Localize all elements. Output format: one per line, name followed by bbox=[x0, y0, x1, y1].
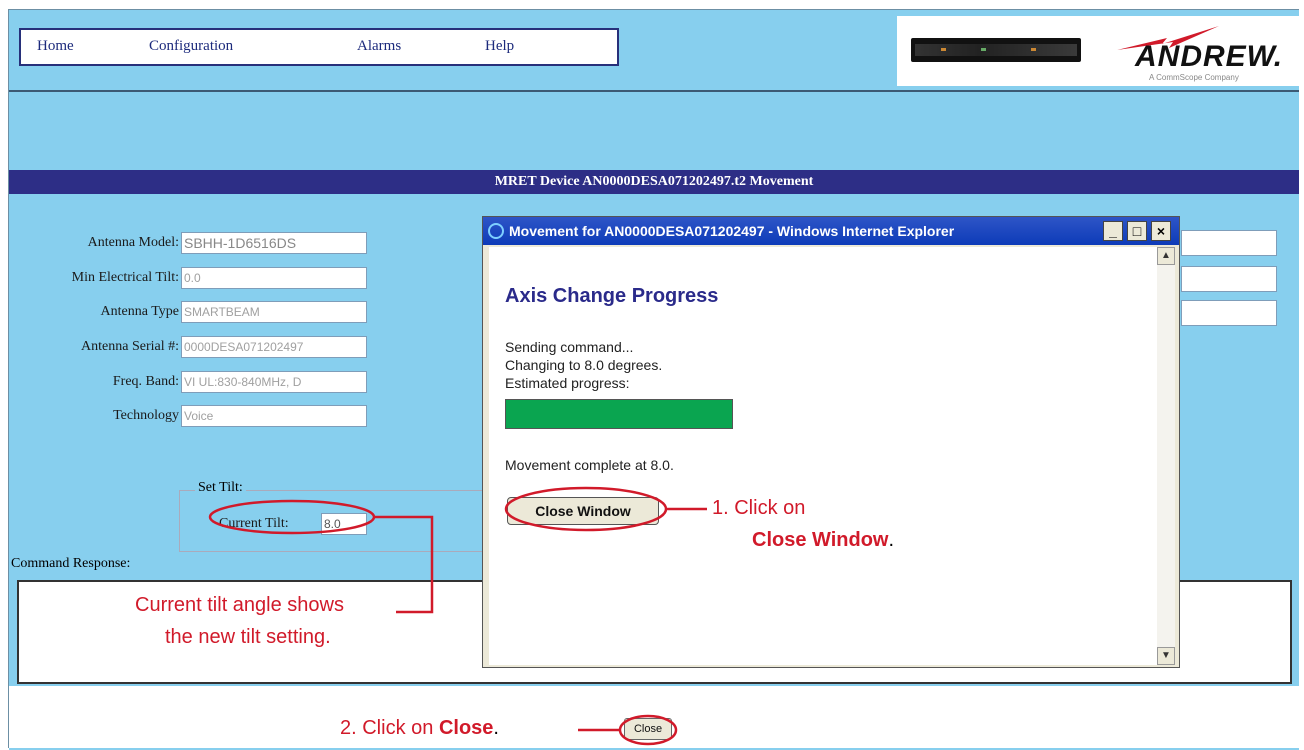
current-tilt-field: 8.0 bbox=[321, 513, 367, 535]
step2-annotation: 2. Click on Close. bbox=[340, 717, 499, 740]
page-title: MRET Device AN0000DESA071202497.t2 Movem… bbox=[9, 170, 1299, 194]
page-title-text: MRET Device AN0000DESA071202497.t2 Movem… bbox=[494, 174, 814, 189]
technology-label: Technology bbox=[113, 408, 179, 423]
popup-titlebar[interactable]: Movement for AN0000DESA071202497 - Windo… bbox=[483, 217, 1179, 245]
step1-annotation: 1. Click on bbox=[712, 497, 805, 520]
status-sending: Sending command... bbox=[505, 339, 634, 355]
progress-bar bbox=[505, 399, 733, 429]
close-window-button[interactable]: Close Window bbox=[507, 497, 659, 525]
set-tilt-legend: Set Tilt: bbox=[195, 480, 246, 496]
step1-prefix: 1. Click on bbox=[712, 497, 806, 519]
antenna-model-label: Antenna Model: bbox=[87, 235, 179, 250]
status-estimated: Estimated progress: bbox=[505, 375, 630, 391]
main-menu: Home Configuration Alarms Help bbox=[19, 28, 619, 66]
rack-device-image bbox=[911, 38, 1081, 62]
close-button[interactable]: Close bbox=[624, 718, 672, 740]
movement-popup-window: Movement for AN0000DESA071202497 - Windo… bbox=[482, 216, 1180, 668]
min-electrical-tilt-label: Min Electrical Tilt: bbox=[71, 270, 179, 285]
antenna-type-label: Antenna Type bbox=[100, 304, 179, 319]
right-field bbox=[1181, 230, 1277, 256]
axis-change-heading: Axis Change Progress bbox=[505, 285, 719, 307]
current-tilt-label: Current Tilt: bbox=[219, 516, 289, 531]
freq-band-field: VI UL:830-840MHz, D bbox=[181, 371, 367, 393]
internet-explorer-icon bbox=[488, 223, 504, 239]
popup-scrollbar[interactable]: ▲ ▼ bbox=[1157, 247, 1175, 665]
progress-fill bbox=[506, 400, 732, 428]
close-icon[interactable]: × bbox=[1151, 221, 1171, 241]
menu-alarms[interactable]: Alarms bbox=[357, 38, 401, 55]
menu-help[interactable]: Help bbox=[485, 38, 514, 55]
menu-configuration[interactable]: Configuration bbox=[149, 38, 233, 55]
step2-prefix: 2. Click on bbox=[340, 717, 434, 739]
step1-suffix: . bbox=[888, 529, 895, 551]
antenna-serial-label: Antenna Serial #: bbox=[81, 339, 179, 354]
popup-window-title: Movement for AN0000DESA071202497 - Windo… bbox=[509, 223, 955, 239]
brand-logo-area: ANDREW. A CommScope Company bbox=[897, 16, 1299, 86]
tilt-annotation-line1: Current tilt angle shows bbox=[135, 594, 344, 616]
movement-complete-text: Movement complete at 8.0. bbox=[505, 457, 674, 473]
brand-name: ANDREW. bbox=[1135, 40, 1284, 73]
scroll-up-icon[interactable]: ▲ bbox=[1157, 247, 1175, 265]
tilt-annotation-line2: the new tilt setting. bbox=[165, 626, 331, 648]
right-field bbox=[1181, 300, 1277, 326]
popup-content: Axis Change Progress Sending command... … bbox=[489, 247, 1157, 665]
maximize-icon[interactable]: □ bbox=[1127, 221, 1147, 241]
step1-bold: Close Window bbox=[752, 529, 889, 551]
status-changing: Changing to 8.0 degrees. bbox=[505, 357, 663, 373]
device-led bbox=[941, 48, 946, 51]
step2-bold: Close bbox=[438, 717, 494, 739]
menu-home[interactable]: Home bbox=[37, 38, 74, 55]
step1-annotation-line2: Close Window. bbox=[752, 529, 894, 552]
min-electrical-tilt-field: 0.0 bbox=[181, 267, 367, 289]
right-field bbox=[1181, 266, 1277, 292]
antenna-serial-field: 0000DESA071202497 bbox=[181, 336, 367, 358]
device-led bbox=[981, 48, 986, 51]
device-led bbox=[1031, 48, 1036, 51]
step2-suffix: . bbox=[493, 717, 499, 739]
brand-tagline: A CommScope Company bbox=[1149, 73, 1239, 82]
freq-band-label: Freq. Band: bbox=[112, 374, 179, 389]
antenna-model-field: SBHH-1D6516DS bbox=[181, 232, 367, 254]
scroll-down-icon[interactable]: ▼ bbox=[1157, 647, 1175, 665]
antenna-type-field: SMARTBEAM bbox=[181, 301, 367, 323]
minimize-icon[interactable]: _ bbox=[1103, 221, 1123, 241]
header: Home Configuration Alarms Help ANDREW. A… bbox=[9, 10, 1299, 90]
technology-field: Voice bbox=[181, 405, 367, 427]
command-response-label: Command Response: bbox=[11, 556, 131, 571]
